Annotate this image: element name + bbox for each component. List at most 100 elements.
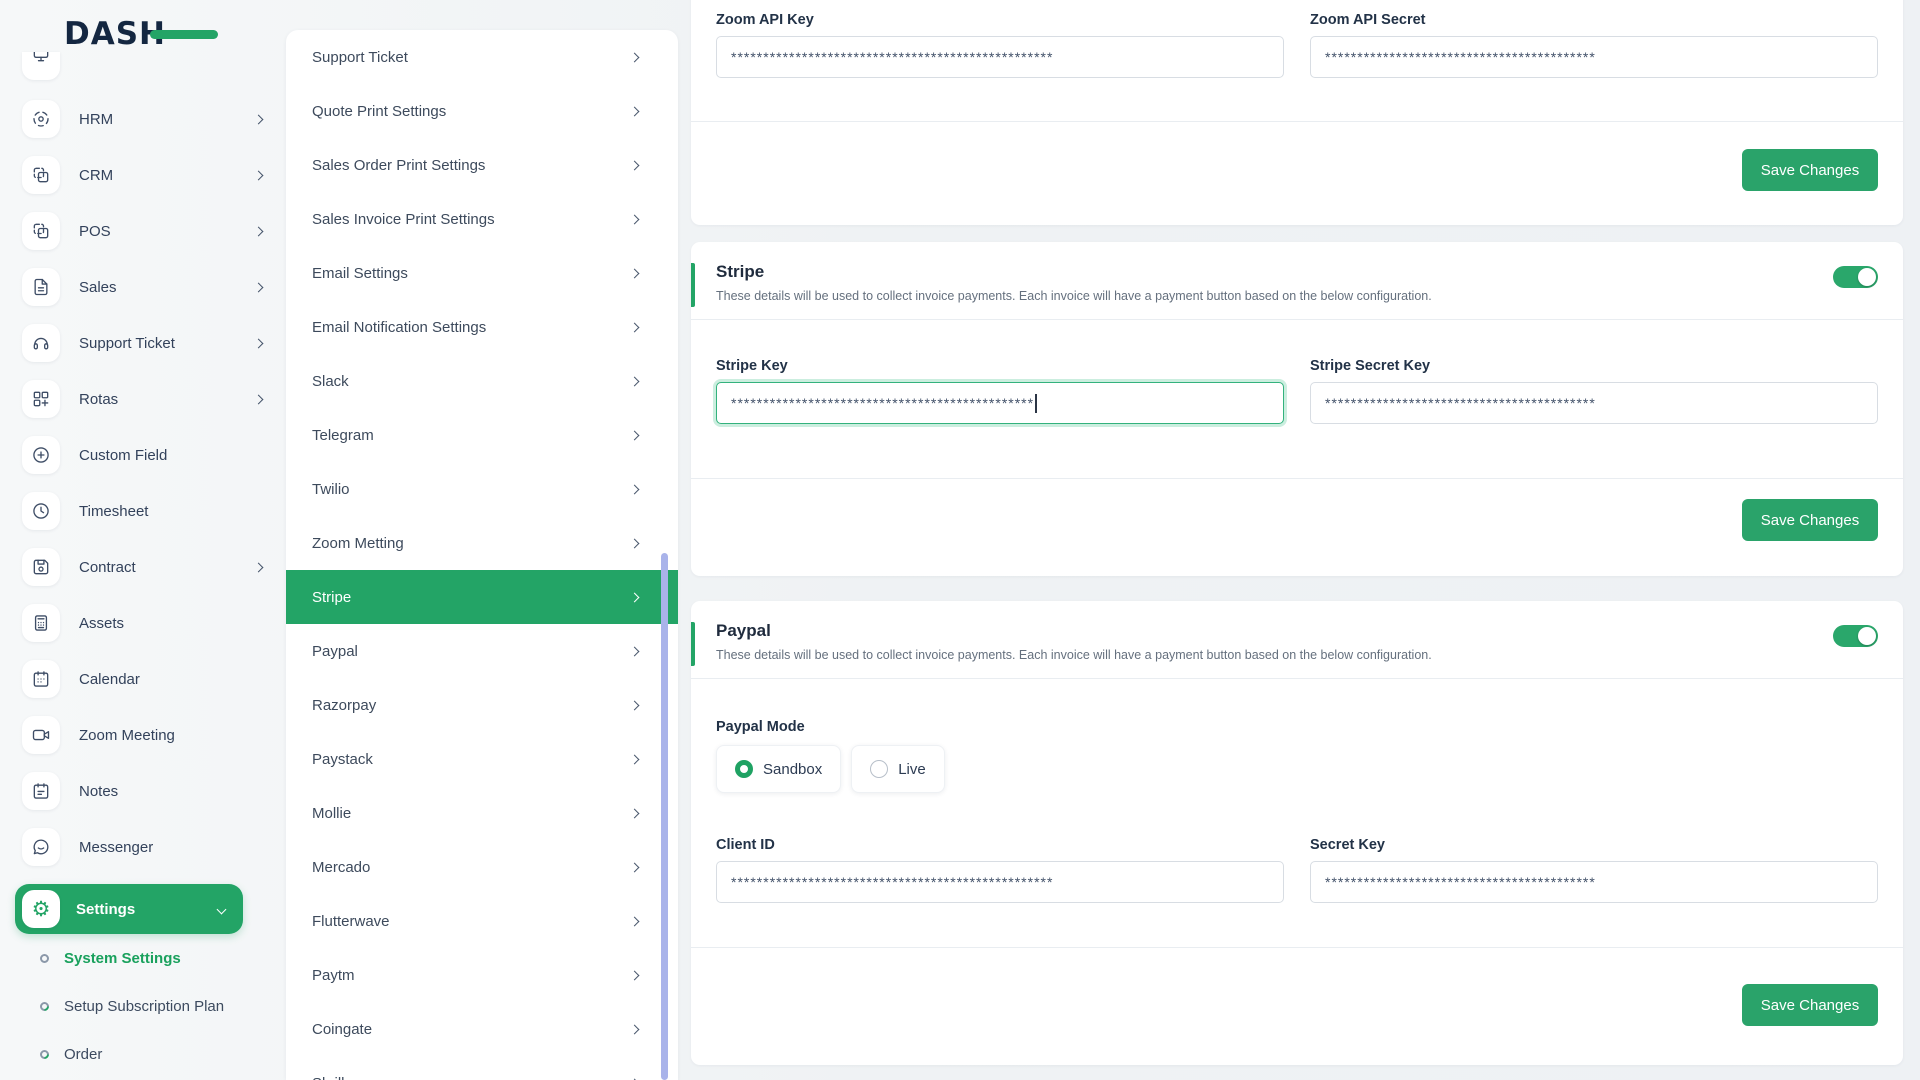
sidebar-item-rotas[interactable]: Rotas xyxy=(0,380,286,418)
stripe-key-input[interactable]: ****************************************… xyxy=(716,382,1284,424)
settings-nav-item-paytm[interactable]: Paytm xyxy=(286,948,678,1002)
zoom-api-secret-label: Zoom API Secret xyxy=(1310,12,1426,28)
settings-subnav: System Settings Setup Subscription Plan … xyxy=(0,934,286,1078)
headset-icon xyxy=(22,324,60,362)
settings-nav-item-zoom-metting[interactable]: Zoom Metting xyxy=(286,516,678,570)
sidebar-item-custom-field[interactable]: Custom Field xyxy=(0,436,286,474)
sidebar-item-contract[interactable]: Contract xyxy=(0,548,286,586)
document-icon xyxy=(22,268,60,306)
stripe-secret-key-input[interactable]: ****************************************… xyxy=(1310,382,1878,424)
chevron-right-icon xyxy=(629,268,640,278)
paypal-secret-key-group: Secret Key *****************************… xyxy=(1310,837,1878,903)
secret-key-label: Secret Key xyxy=(1310,837,1385,853)
chevron-right-icon xyxy=(629,484,640,494)
stripe-key-group: Stripe Key *****************************… xyxy=(716,358,1284,424)
sidebar-item-notes[interactable]: Notes xyxy=(0,772,286,810)
stripe-card-title: Stripe xyxy=(716,262,765,281)
paypal-settings-card: Paypal These details will be used to col… xyxy=(691,601,1903,1065)
chat-bubble-icon xyxy=(22,828,60,866)
chevron-right-icon xyxy=(253,114,264,124)
app-logo[interactable]: DASH xyxy=(64,16,218,52)
subnav-item-setup-subscription-plan[interactable]: Setup Subscription Plan xyxy=(0,982,286,1030)
settings-nav-item-paystack[interactable]: Paystack xyxy=(286,732,678,786)
chevron-right-icon xyxy=(629,538,640,548)
chevron-right-icon xyxy=(629,160,640,170)
zoom-api-secret-input[interactable]: ****************************************… xyxy=(1310,36,1878,78)
settings-nav-item-telegram[interactable]: Telegram xyxy=(286,408,678,462)
paypal-card-description: These details will be used to collect in… xyxy=(716,648,1432,662)
sidebar-item-messenger[interactable]: Messenger xyxy=(0,828,286,866)
zoom-api-key-label: Zoom API Key xyxy=(716,12,814,28)
toggle-knob xyxy=(1858,268,1876,286)
clock-icon xyxy=(22,492,60,530)
sidebar-item-zoom-meeting[interactable]: Zoom Meeting xyxy=(0,716,286,754)
settings-nav-item-flutterwave[interactable]: Flutterwave xyxy=(286,894,678,948)
settings-nav-item-twilio[interactable]: Twilio xyxy=(286,462,678,516)
green-accent-bar xyxy=(691,622,695,666)
sidebar-item-label: Sales xyxy=(79,278,117,296)
settings-nav-item-paypal[interactable]: Paypal xyxy=(286,624,678,678)
sidebar-item-partial[interactable] xyxy=(22,52,60,80)
chevron-right-icon xyxy=(629,916,640,926)
radio-selected-icon[interactable] xyxy=(735,760,753,778)
save-changes-button[interactable]: Save Changes xyxy=(1742,984,1878,1026)
chevron-right-icon xyxy=(629,970,640,980)
client-id-input[interactable]: ****************************************… xyxy=(716,861,1284,903)
sidebar-item-sales[interactable]: Sales xyxy=(0,268,286,306)
subnav-item-system-settings[interactable]: System Settings xyxy=(0,934,286,982)
stripe-enabled-toggle[interactable] xyxy=(1833,266,1878,288)
green-accent-bar xyxy=(691,263,695,307)
chevron-right-icon xyxy=(629,754,640,764)
zoom-api-secret-group: Zoom API Secret ************************… xyxy=(1310,12,1878,78)
chevron-right-icon xyxy=(253,282,264,292)
paypal-mode-group: Sandbox Live xyxy=(716,745,1878,793)
settings-nav-item-mercado[interactable]: Mercado xyxy=(286,840,678,894)
sidebar-item-settings[interactable]: ⚙ Settings xyxy=(15,884,243,934)
secret-key-input[interactable]: ****************************************… xyxy=(1310,861,1878,903)
video-camera-icon xyxy=(22,716,60,754)
settings-nav-item-sales-invoice-print-settings[interactable]: Sales Invoice Print Settings xyxy=(286,192,678,246)
sidebar-item-timesheet[interactable]: Timesheet xyxy=(0,492,286,530)
save-changes-button[interactable]: Save Changes xyxy=(1742,149,1878,191)
settings-nav-item-slack[interactable]: Slack xyxy=(286,354,678,408)
sidebar-item-assets[interactable]: Assets xyxy=(0,604,286,642)
sidebar-item-hrm[interactable]: HRM xyxy=(0,100,286,138)
ring-bullet-icon xyxy=(38,951,51,965)
settings-nav-item-skrill[interactable]: Skrill xyxy=(286,1056,678,1080)
settings-nav-item-email-settings[interactable]: Email Settings xyxy=(286,246,678,300)
sidebar-item-crm[interactable]: CRM xyxy=(0,156,286,194)
chevron-right-icon xyxy=(629,214,640,224)
settings-nav-item-coingate[interactable]: Coingate xyxy=(286,1002,678,1056)
settings-nav-item-support-ticket[interactable]: Support Ticket xyxy=(286,30,678,84)
paypal-enabled-toggle[interactable] xyxy=(1833,625,1878,647)
partial-icon xyxy=(33,52,49,62)
zoom-api-key-group: Zoom API Key ***************************… xyxy=(716,12,1284,78)
settings-nav-item-quote-print-settings[interactable]: Quote Print Settings xyxy=(286,84,678,138)
settings-nav-item-email-notification-settings[interactable]: Email Notification Settings xyxy=(286,300,678,354)
subnav-item-order[interactable]: Order xyxy=(0,1030,286,1078)
gear-icon: ⚙ xyxy=(22,890,60,928)
settings-nav-item-razorpay[interactable]: Razorpay xyxy=(286,678,678,732)
settings-nav-item-mollie[interactable]: Mollie xyxy=(286,786,678,840)
chevron-right-icon xyxy=(629,646,640,656)
radio-unselected-icon[interactable] xyxy=(870,760,889,778)
sidebar-item-label: Zoom Meeting xyxy=(79,726,175,744)
save-changes-button[interactable]: Save Changes xyxy=(1742,499,1878,541)
sidebar-item-pos[interactable]: POS xyxy=(0,212,286,250)
chevron-right-icon xyxy=(629,430,640,440)
ring-bullet-icon xyxy=(38,1047,51,1061)
sidebar-item-calendar[interactable]: Calendar xyxy=(0,660,286,698)
sidebar-item-label: Contract xyxy=(79,558,136,576)
scrollbar-thumb[interactable] xyxy=(661,553,668,1080)
sidebar-item-label: Rotas xyxy=(79,390,119,408)
stripe-card-description: These details will be used to collect in… xyxy=(716,289,1432,303)
settings-nav-item-sales-order-print-settings[interactable]: Sales Order Print Settings xyxy=(286,138,678,192)
sidebar-item-label: CRM xyxy=(79,166,114,184)
paypal-mode-sandbox[interactable]: Sandbox xyxy=(716,745,842,793)
sidebar-item-support-ticket[interactable]: Support Ticket xyxy=(0,324,286,362)
zoom-api-key-input[interactable]: ****************************************… xyxy=(716,36,1284,78)
chevron-right-icon xyxy=(629,376,640,386)
settings-nav-item-stripe[interactable]: Stripe xyxy=(286,570,678,624)
paypal-mode-live[interactable]: Live xyxy=(851,745,945,793)
chevron-right-icon xyxy=(629,700,640,710)
